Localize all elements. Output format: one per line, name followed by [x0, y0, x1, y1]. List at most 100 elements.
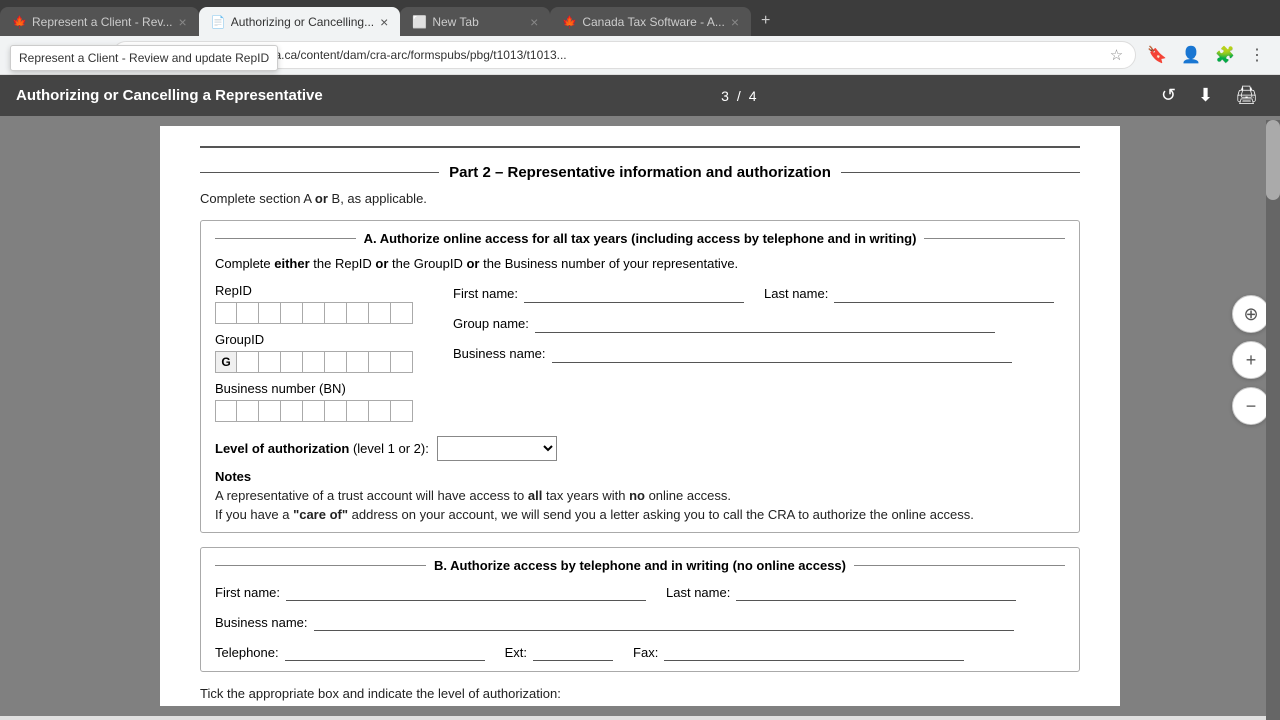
scrollbar-thumb[interactable] [1266, 120, 1280, 200]
b-business-name-group: Business name: [215, 613, 1065, 631]
tab2-close[interactable]: × [380, 14, 388, 30]
tab1-favicon: 🍁 [12, 15, 26, 29]
tab4-close[interactable]: × [731, 14, 739, 30]
b-last-name-input[interactable] [736, 583, 1016, 601]
settings-button[interactable]: ⋮ [1244, 42, 1270, 68]
section-a-instruction: Complete either the RepID or the GroupID… [215, 256, 1065, 271]
repid-cell-9[interactable] [391, 302, 413, 324]
b-first-name-label: First name: [215, 585, 280, 600]
b-business-name-input[interactable] [314, 613, 1014, 631]
tab-tooltip: Represent a Client - Review and update R… [10, 45, 278, 71]
bn-cell-6[interactable] [325, 400, 347, 422]
pdf-page: Part 2 – Representative information and … [160, 126, 1120, 706]
b-last-name-label: Last name: [666, 585, 730, 600]
repid-cell-1[interactable] [215, 302, 237, 324]
name-column: First name: Last name: Group name: [453, 283, 1065, 422]
level-dropdown[interactable]: 1 2 [437, 436, 557, 461]
tab1-close[interactable]: × [179, 14, 187, 30]
b-ext-input[interactable] [533, 643, 613, 661]
pdf-content[interactable]: Part 2 – Representative information and … [0, 116, 1280, 716]
repid-group: RepID [215, 283, 413, 324]
b-fax-input[interactable] [664, 643, 964, 661]
bn-group: Business number (BN) [215, 381, 413, 422]
groupid-cell-7[interactable] [369, 351, 391, 373]
tab4-favicon: 🍁 [562, 15, 576, 29]
groupid-cell-1[interactable] [237, 351, 259, 373]
section-a-fields: RepID [215, 283, 1065, 422]
pdf-title: Authorizing or Cancelling a Representati… [16, 87, 323, 104]
bookmark-star-icon[interactable]: ☆ [1110, 46, 1123, 64]
pdf-refresh-button[interactable]: ↺ [1155, 83, 1182, 108]
tab4-title: Canada Tax Software - A... [582, 15, 725, 29]
bn-cell-5[interactable] [303, 400, 325, 422]
groupid-prefix: G [215, 351, 237, 373]
bn-cell-4[interactable] [281, 400, 303, 422]
groupid-input[interactable]: G [215, 351, 413, 373]
repid-cell-4[interactable] [281, 302, 303, 324]
repid-cell-2[interactable] [237, 302, 259, 324]
fit-page-button[interactable]: ⊕ [1232, 295, 1270, 333]
repid-input[interactable] [215, 302, 413, 324]
b-first-name-input[interactable] [286, 583, 646, 601]
notes-line1: A representative of a trust account will… [215, 488, 1065, 503]
repid-cell-3[interactable] [259, 302, 281, 324]
zoom-out-button[interactable]: − [1232, 387, 1270, 425]
b-first-name-group: First name: [215, 583, 646, 601]
bn-input[interactable] [215, 400, 413, 422]
business-name-group: Business name: [453, 343, 1065, 363]
first-name-label: First name: [453, 286, 518, 301]
b-business-name-label: Business name: [215, 615, 308, 630]
sidebar-buttons: ⊕ + − [1232, 295, 1270, 425]
browser-chrome: 🍁 Represent a Client - Rev... × Represen… [0, 0, 1280, 75]
bn-label: Business number (BN) [215, 381, 413, 396]
business-name-label: Business name: [453, 346, 546, 361]
tab-canada-tax[interactable]: 🍁 Canada Tax Software - A... × [550, 7, 751, 36]
pdf-page-current: 3 [721, 88, 729, 104]
zoom-in-button[interactable]: + [1232, 341, 1270, 379]
repid-cell-6[interactable] [325, 302, 347, 324]
groupid-cell-4[interactable] [303, 351, 325, 373]
b-telephone-group: Telephone: [215, 643, 485, 661]
groupid-cell-3[interactable] [281, 351, 303, 373]
tick-instruction: Tick the appropriate box and indicate th… [200, 686, 1080, 701]
tab-authorizing[interactable]: 📄 Authorizing or Cancelling... × [199, 7, 401, 36]
tab-new[interactable]: ⬜ New Tab × [400, 7, 550, 36]
scrollbar-track[interactable] [1266, 120, 1280, 720]
extensions-button[interactable]: 🔖 [1142, 42, 1172, 68]
b-telephone-input[interactable] [285, 643, 485, 661]
bn-cell-8[interactable] [369, 400, 391, 422]
bn-cell-1[interactable] [215, 400, 237, 422]
business-name-input[interactable] [552, 343, 1012, 363]
bn-cell-3[interactable] [259, 400, 281, 422]
level-auth-row: Level of authorization (level 1 or 2): 1… [215, 436, 1065, 461]
bn-cell-2[interactable] [237, 400, 259, 422]
groupid-cell-8[interactable] [391, 351, 413, 373]
repid-cell-8[interactable] [369, 302, 391, 324]
bn-cell-9[interactable] [391, 400, 413, 422]
level-label-bold: Level of authorization [215, 441, 349, 456]
groupid-cell-5[interactable] [325, 351, 347, 373]
tab-bar: 🍁 Represent a Client - Rev... × Represen… [0, 0, 1280, 36]
notes-title: Notes [215, 469, 1065, 484]
section-a: A. Authorize online access for all tax y… [200, 220, 1080, 533]
new-tab-button[interactable]: + [751, 6, 780, 36]
account-button[interactable]: 👤 [1176, 42, 1206, 68]
bn-cell-7[interactable] [347, 400, 369, 422]
tab3-close[interactable]: × [530, 14, 538, 30]
tab3-favicon: ⬜ [412, 15, 426, 29]
repid-cell-5[interactable] [303, 302, 325, 324]
pdf-print-button[interactable]: 🖨 [1229, 83, 1264, 108]
tab1-title: Represent a Client - Rev... [32, 15, 173, 29]
group-name-input[interactable] [535, 313, 995, 333]
last-name-input[interactable] [834, 283, 1054, 303]
tab-represent-client[interactable]: 🍁 Represent a Client - Rev... × Represen… [0, 7, 199, 36]
puzzle-button[interactable]: 🧩 [1210, 42, 1240, 68]
repid-cell-7[interactable] [347, 302, 369, 324]
group-name-label: Group name: [453, 316, 529, 331]
groupid-cell-6[interactable] [347, 351, 369, 373]
pdf-download-button[interactable]: ⬇ [1192, 83, 1219, 108]
groupid-cell-2[interactable] [259, 351, 281, 373]
part2-subtext: Complete section A or B, as applicable. [200, 191, 1080, 206]
name-row: First name: Last name: [453, 283, 1065, 303]
first-name-input[interactable] [524, 283, 744, 303]
